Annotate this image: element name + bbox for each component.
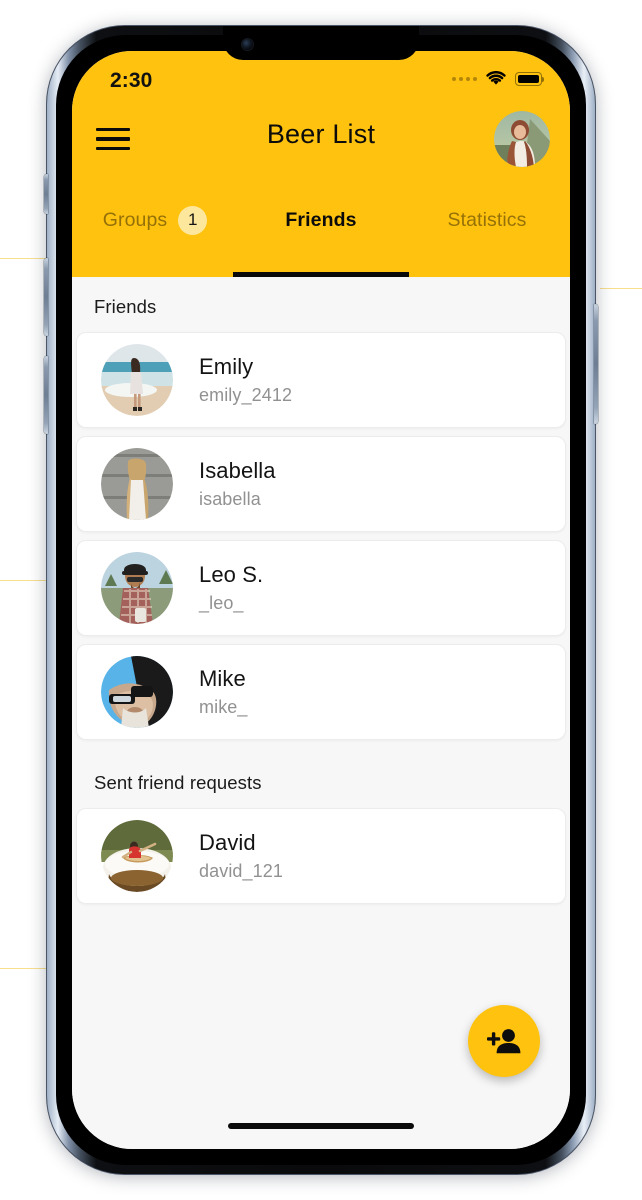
power-button[interactable] <box>594 304 598 424</box>
tab-groups[interactable]: Groups 1 <box>72 181 238 277</box>
alignment-guide-left-top <box>0 258 48 259</box>
friend-name: Emily <box>199 354 254 379</box>
volume-down-button[interactable] <box>44 356 48 434</box>
friend-username: david_121 <box>199 861 283 881</box>
list-item[interactable]: David david_121 <box>76 808 566 904</box>
silence-switch-button[interactable] <box>44 174 48 214</box>
tab-statistics-label: Statistics <box>447 208 527 231</box>
tab-friends-label: Friends <box>285 208 357 231</box>
list-item[interactable]: Mike mike_ <box>76 644 566 740</box>
list-item[interactable]: Leo S. _leo_ <box>76 540 566 636</box>
status-bar-clock: 2:30 <box>110 69 153 92</box>
avatar-leo <box>101 552 173 624</box>
alignment-guide-left-bottom <box>0 968 48 969</box>
tab-indicator <box>233 272 409 277</box>
list-item[interactable]: Emily emily_2412 <box>76 332 566 428</box>
list-item-text: David david_121 <box>199 830 283 882</box>
avatar-isabella <box>101 448 173 520</box>
app-bar: 2:30 Beer List Groups 1 Friends Statisti… <box>72 51 570 277</box>
device-bezel: 2:30 Beer List Groups 1 Friends Statisti… <box>56 35 586 1165</box>
user-avatar[interactable] <box>494 111 550 167</box>
signal-dots-icon <box>452 77 477 81</box>
device-notch <box>223 26 419 60</box>
add-friend-fab[interactable] <box>468 1005 540 1077</box>
friend-name: Isabella <box>199 458 276 483</box>
list-item-text: Emily emily_2412 <box>199 354 292 406</box>
friend-name: Mike <box>199 666 246 691</box>
wifi-icon <box>485 71 507 87</box>
battery-full-icon <box>515 72 545 86</box>
tab-bar: Groups 1 Friends Statistics <box>72 181 570 277</box>
front-camera-icon <box>242 39 253 50</box>
avatar-david <box>101 820 173 892</box>
tab-friends[interactable]: Friends <box>233 181 409 277</box>
friend-name: Leo S. <box>199 562 264 587</box>
status-bar-indicators <box>452 71 545 87</box>
list-item-text: Isabella isabella <box>199 458 276 510</box>
friend-username: emily_2412 <box>199 385 293 405</box>
list-item-text: Leo S. _leo_ <box>199 562 263 614</box>
avatar-emily <box>101 344 173 416</box>
section-header-sent-requests: Sent friend requests <box>94 772 262 793</box>
add-person-icon <box>486 1026 522 1056</box>
friend-username: isabella <box>199 489 261 509</box>
avatar-mike <box>101 656 173 728</box>
friend-username: _leo_ <box>199 593 244 613</box>
app-bar-title-row: Beer List <box>72 99 570 179</box>
app-screen: 2:30 Beer List Groups 1 Friends Statisti… <box>72 51 570 1149</box>
friend-username: mike_ <box>199 697 248 717</box>
tab-groups-label: Groups <box>102 208 168 231</box>
alignment-guide-left-mid <box>0 580 48 581</box>
list-item-text: Mike mike_ <box>199 666 248 718</box>
home-indicator[interactable] <box>228 1123 414 1129</box>
friend-name: David <box>199 830 256 855</box>
tab-statistics[interactable]: Statistics <box>404 181 570 277</box>
alignment-guide-right-top <box>600 288 642 289</box>
list-item[interactable]: Isabella isabella <box>76 436 566 532</box>
section-header-friends: Friends <box>94 296 157 317</box>
phone-device-frame: 2:30 Beer List Groups 1 Friends Statisti… <box>44 26 598 1174</box>
volume-up-button[interactable] <box>44 258 48 336</box>
tab-groups-badge: 1 <box>178 205 208 235</box>
